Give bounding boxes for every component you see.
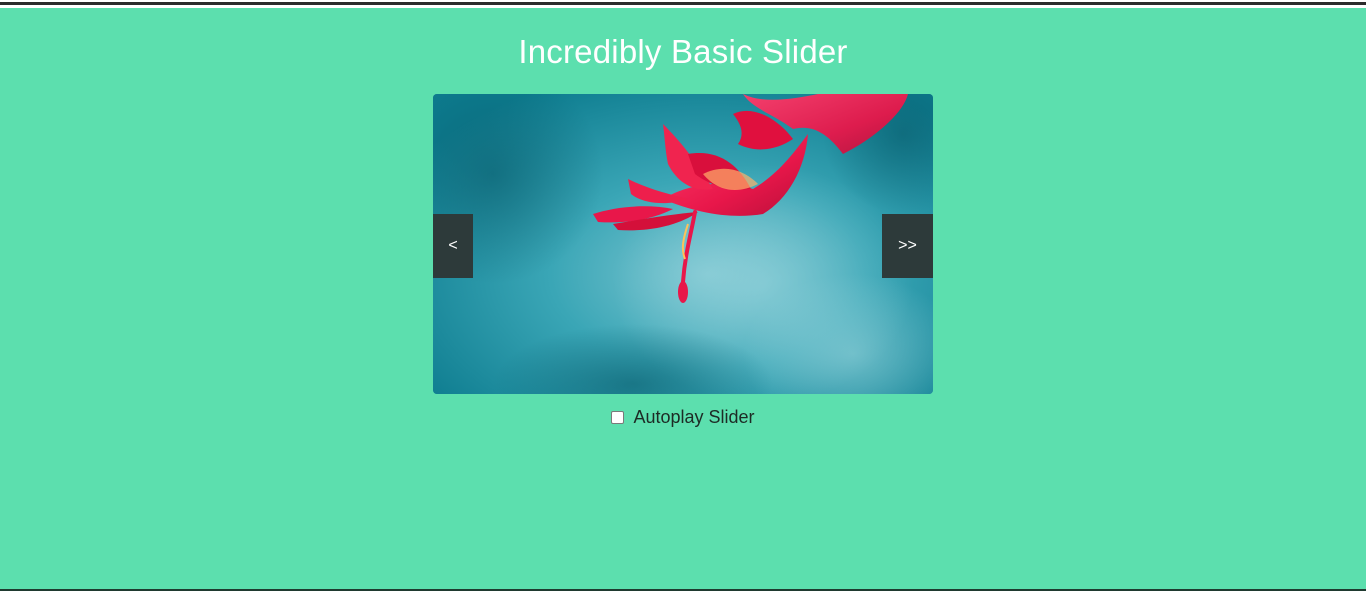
top-divider (0, 2, 1366, 5)
autoplay-control: Autoplay Slider (0, 404, 1366, 431)
autoplay-label-group[interactable]: Autoplay Slider (611, 404, 755, 430)
top-bar (0, 0, 1366, 8)
autoplay-checkbox[interactable] (611, 410, 625, 424)
page-title: Incredibly Basic Slider (518, 33, 848, 70)
next-slide-button[interactable]: >> (882, 214, 933, 278)
image-slider: < >> (433, 94, 933, 394)
autoplay-label: Autoplay Slider (633, 407, 755, 427)
slide-image (433, 94, 933, 394)
prev-slide-button[interactable]: < (433, 214, 473, 278)
